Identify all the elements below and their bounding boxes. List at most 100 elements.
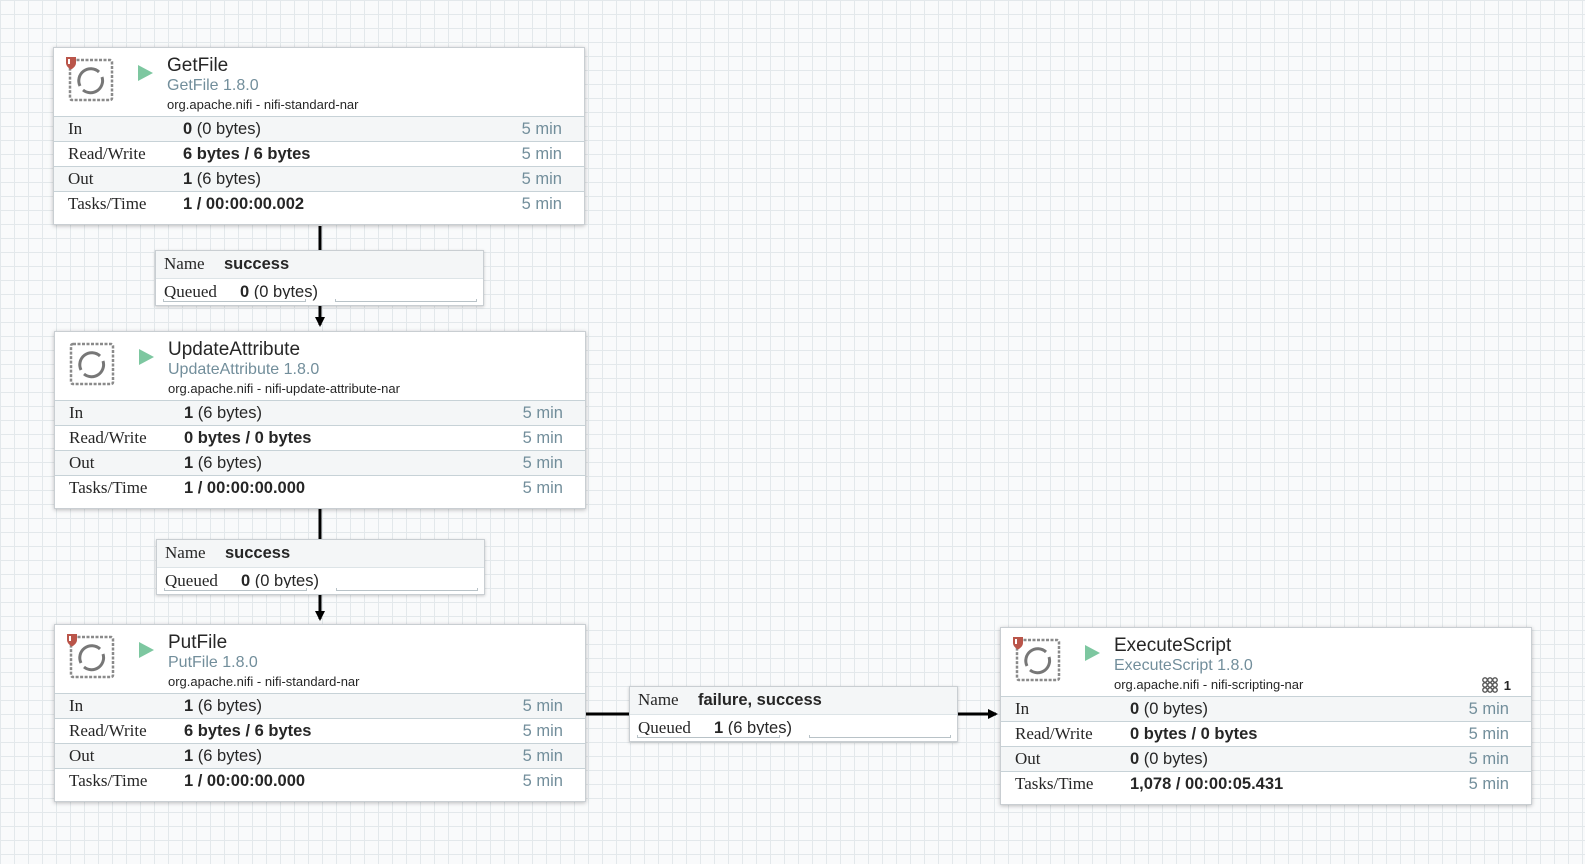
play-icon bbox=[139, 642, 154, 658]
connection-name-row: Name success bbox=[157, 540, 484, 568]
processor-icon bbox=[69, 342, 115, 386]
stat-count: 0 bbox=[183, 120, 193, 138]
stat-window: 5 min bbox=[522, 479, 563, 497]
stat-value: 1 (6 bytes) bbox=[183, 167, 261, 191]
stat-value: 1 / 00:00:00.000 bbox=[184, 476, 305, 500]
connection-name-label: Name bbox=[164, 254, 205, 273]
processor-bundle: org.apache.nifi - nifi-standard-nar bbox=[167, 97, 359, 112]
connection-label-failure-success[interactable]: Name failure, success Queued 1 (6 bytes) bbox=[629, 686, 958, 742]
processor-name: ExecuteScript bbox=[1114, 635, 1232, 656]
processor-header: UpdateAttribute UpdateAttribute 1.8.0 or… bbox=[55, 332, 585, 400]
stat-window: 5 min bbox=[522, 697, 563, 715]
stat-window: 5 min bbox=[1468, 725, 1509, 743]
stat-window: 5 min bbox=[522, 772, 563, 790]
stat-size: (0 bytes) bbox=[196, 120, 261, 138]
restricted-shield-icon bbox=[66, 57, 76, 70]
stat-label: Out bbox=[68, 169, 94, 188]
stat-count: 1 bbox=[184, 697, 194, 715]
stat-tasks-time-value: 1 / 00:00:00.000 bbox=[184, 772, 306, 790]
stat-read-write-value: 0 bytes / 0 bytes bbox=[184, 429, 312, 447]
connection-label-success-2[interactable]: Name success Queued 0 (0 bytes) bbox=[156, 539, 485, 595]
stat-row-out: Out 1 (6 bytes) 5 min bbox=[54, 166, 584, 191]
connection-name: success bbox=[225, 544, 291, 562]
stat-count: 1 bbox=[184, 454, 194, 472]
restricted-shield-icon bbox=[1013, 637, 1023, 650]
stat-tasks-time-value: 1 / 00:00:00.000 bbox=[184, 479, 306, 497]
stat-row-out: Out 1 (6 bytes) 5 min bbox=[55, 743, 585, 768]
connection-name-row: Name success bbox=[156, 251, 483, 279]
connection-name-label: Name bbox=[638, 690, 679, 709]
stat-row-out: Out 1 (6 bytes) 5 min bbox=[55, 450, 585, 475]
stat-row-read-write: Read/Write 0 bytes / 0 bytes 5 min bbox=[55, 425, 585, 450]
stat-value: 6 bytes / 6 bytes bbox=[183, 142, 310, 166]
stat-window: 5 min bbox=[522, 747, 563, 765]
processor-executescript[interactable]: ExecuteScript ExecuteScript 1.8.0 org.ap… bbox=[1000, 627, 1532, 805]
stat-count: 1 bbox=[184, 747, 194, 765]
stat-window: 5 min bbox=[522, 429, 563, 447]
processor-stats: In 1 (6 bytes) 5 min Read/Write 0 bytes … bbox=[55, 400, 585, 500]
stat-label: In bbox=[1015, 699, 1030, 718]
processor-putfile[interactable]: PutFile PutFile 1.8.0 org.apache.nifi - … bbox=[54, 624, 586, 802]
stat-count: 1 bbox=[183, 170, 193, 188]
stat-row-in: In 0 (0 bytes) 5 min bbox=[54, 116, 584, 141]
stat-tasks-time-value: 1,078 / 00:00:05.431 bbox=[1130, 775, 1284, 793]
play-icon bbox=[138, 65, 153, 81]
processor-bundle: org.apache.nifi - nifi-scripting-nar bbox=[1114, 677, 1304, 692]
connection-label-success-1[interactable]: Name success Queued 0 (0 bytes) bbox=[155, 250, 484, 306]
stat-row-out: Out 0 (0 bytes) 5 min bbox=[1001, 746, 1531, 771]
flow-canvas[interactable]: GetFile GetFile 1.8.0 org.apache.nifi - … bbox=[0, 0, 1585, 864]
restricted-shield-icon bbox=[67, 634, 77, 647]
backpressure-count-bar bbox=[164, 588, 307, 591]
stat-label: Tasks/Time bbox=[1015, 774, 1094, 793]
backpressure-size-bar bbox=[335, 299, 477, 302]
processor-bundle: org.apache.nifi - nifi-update-attribute-… bbox=[168, 381, 400, 396]
processor-getfile[interactable]: GetFile GetFile 1.8.0 org.apache.nifi - … bbox=[53, 47, 585, 225]
stat-label: Read/Write bbox=[69, 428, 147, 447]
active-threads: 1 bbox=[1481, 676, 1511, 694]
stat-row-tasks-time: Tasks/Time 1 / 00:00:00.000 5 min bbox=[55, 768, 585, 793]
processor-name: UpdateAttribute bbox=[168, 339, 301, 360]
backpressure-size-bar bbox=[336, 588, 478, 591]
processor-updateattribute[interactable]: UpdateAttribute UpdateAttribute 1.8.0 or… bbox=[54, 331, 586, 509]
stat-value: 1 (6 bytes) bbox=[184, 401, 262, 425]
stat-row-tasks-time: Tasks/Time 1 / 00:00:00.002 5 min bbox=[54, 191, 584, 216]
active-threads-count: 1 bbox=[1503, 677, 1511, 693]
processor-type: PutFile 1.8.0 bbox=[168, 654, 258, 671]
stat-window: 5 min bbox=[1468, 775, 1509, 793]
stat-window: 5 min bbox=[1468, 750, 1509, 768]
stat-count: 1 bbox=[184, 404, 194, 422]
processor-stats: In 0 (0 bytes) 5 min Read/Write 0 bytes … bbox=[1001, 696, 1531, 796]
processor-type: ExecuteScript 1.8.0 bbox=[1114, 657, 1253, 674]
backpressure-size-bar bbox=[809, 735, 951, 738]
connection-name: success bbox=[224, 255, 290, 273]
backpressure-count-bar bbox=[637, 735, 780, 738]
stat-value: 6 bytes / 6 bytes bbox=[184, 719, 311, 743]
stat-size: (6 bytes) bbox=[197, 454, 262, 472]
stat-label: Read/Write bbox=[1015, 724, 1093, 743]
processor-header: ExecuteScript ExecuteScript 1.8.0 org.ap… bbox=[1001, 628, 1531, 696]
stat-size: (6 bytes) bbox=[196, 170, 261, 188]
stat-size: (6 bytes) bbox=[197, 404, 262, 422]
connection-name-label: Name bbox=[165, 543, 206, 562]
processor-header: GetFile GetFile 1.8.0 org.apache.nifi - … bbox=[54, 48, 584, 116]
processor-stats: In 1 (6 bytes) 5 min Read/Write 6 bytes … bbox=[55, 693, 585, 793]
play-icon bbox=[139, 349, 154, 365]
stat-label: In bbox=[69, 696, 84, 715]
stat-label: Read/Write bbox=[68, 144, 146, 163]
stat-window: 5 min bbox=[522, 404, 563, 422]
stat-row-tasks-time: Tasks/Time 1,078 / 00:00:05.431 5 min bbox=[1001, 771, 1531, 796]
stat-window: 5 min bbox=[521, 170, 562, 188]
stat-read-write-value: 6 bytes / 6 bytes bbox=[183, 145, 311, 163]
stat-value: 0 bytes / 0 bytes bbox=[1130, 722, 1257, 746]
stat-value: 0 (0 bytes) bbox=[1130, 747, 1208, 771]
stat-value: 1,078 / 00:00:05.431 bbox=[1130, 772, 1283, 796]
stat-value: 1 / 00:00:00.000 bbox=[184, 769, 305, 793]
processor-header: PutFile PutFile 1.8.0 org.apache.nifi - … bbox=[55, 625, 585, 693]
stat-size: (0 bytes) bbox=[1143, 750, 1208, 768]
stat-row-in: In 1 (6 bytes) 5 min bbox=[55, 693, 585, 718]
processor-bundle: org.apache.nifi - nifi-standard-nar bbox=[168, 674, 360, 689]
stat-value: 1 (6 bytes) bbox=[184, 694, 262, 718]
stat-row-read-write: Read/Write 6 bytes / 6 bytes 5 min bbox=[55, 718, 585, 743]
processor-type: UpdateAttribute 1.8.0 bbox=[168, 361, 320, 378]
stat-value: 0 bytes / 0 bytes bbox=[184, 426, 311, 450]
